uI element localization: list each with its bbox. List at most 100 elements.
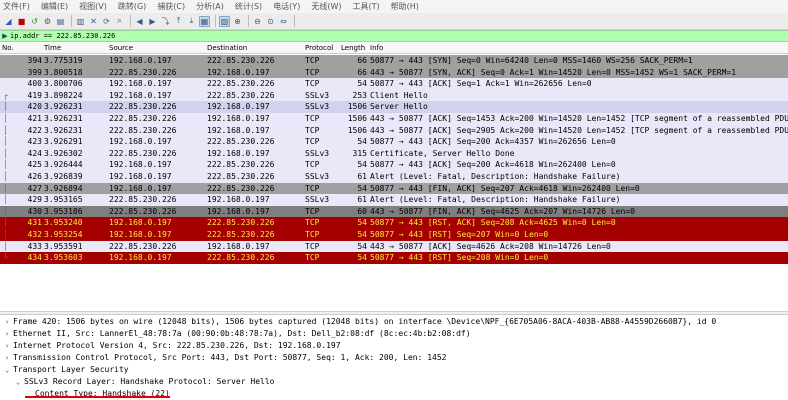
zoom-reset-icon[interactable]: ⊙ [265, 16, 276, 27]
packet-details-tree[interactable]: › Frame 420: 1506 bytes on wire (12048 bi… [0, 316, 788, 400]
packet-list[interactable]: 394 3.775319 192.168.0.197 222.85.230.226 TC… [0, 55, 788, 264]
packet-row[interactable]: │ 427 3.926894 192.168.0.197 222.85.230.226 T… [0, 182, 788, 195]
packet-info: 443 → 50877 [ACK] Seq=4626 Ack=208 Win=1… [370, 241, 611, 251]
packet-protocol: TCP [305, 113, 320, 123]
column-header-source[interactable]: Source [109, 44, 133, 52]
menu-bar: 文件(F) 编辑(E) 视图(V) 跳转(G) 捕获(C) 分析(A) 统计(S) 电话(Y)… [0, 0, 788, 13]
packet-row[interactable]: │ 429 3.953165 222.85.230.226 192.168.0.197 S… [0, 194, 788, 206]
packet-protocol: SSLv3 [305, 171, 330, 181]
goto-icon[interactable]: ⤵ [160, 16, 171, 27]
packet-number: 400 [27, 79, 42, 89]
packet-row[interactable]: │ 426 3.926839 192.168.0.197 222.85.230.226 S… [0, 170, 788, 183]
menu-item[interactable]: 视图(V) [79, 1, 107, 12]
detail-tree-item[interactable]: › Internet Protocol Version 4, Src: 222.8… [0, 340, 788, 352]
collapse-arrow-icon[interactable]: › [5, 352, 9, 364]
column-header-info[interactable]: Info [370, 44, 383, 52]
packet-number: 427 [27, 183, 42, 193]
packet-destination: 192.168.0.197 [207, 125, 270, 135]
menu-item[interactable]: 工具(T) [352, 1, 379, 12]
colorize-icon[interactable]: ▧ [219, 15, 230, 27]
expand-arrow-icon[interactable]: ⌄ [5, 364, 9, 376]
shark-fin-icon[interactable]: ◢ [3, 16, 14, 27]
packet-length: 61 [357, 171, 367, 181]
packet-destination: 222.85.230.226 [207, 79, 275, 89]
column-header-protocol[interactable]: Protocol [305, 44, 333, 52]
menu-item[interactable]: 跳转(G) [118, 1, 146, 12]
autoscroll-icon[interactable]: ▦ [199, 15, 210, 27]
resize-columns-icon[interactable]: ⇔ [278, 16, 289, 27]
packet-row[interactable]: │ 431 3.953240 192.168.0.197 222.85.230.226 T… [0, 217, 788, 229]
back-icon[interactable]: ◀ [134, 16, 145, 27]
packet-length: 54 [357, 160, 367, 170]
stop-icon[interactable]: ■ [16, 16, 27, 27]
packet-source: 192.168.0.197 [109, 253, 172, 263]
detail-tree-item[interactable]: Content Type: Handshake (22) [0, 388, 788, 400]
packet-row[interactable]: 400 3.800706 192.168.0.197 222.85.230.226 TC… [0, 78, 788, 90]
find-icon[interactable]: ⌕ [114, 16, 125, 27]
packet-protocol: TCP [305, 253, 320, 263]
menu-item[interactable]: 文件(F) [3, 1, 30, 12]
packet-row[interactable]: │ 422 3.926231 222.85.230.226 192.168.0.197 T… [0, 124, 788, 137]
save-icon[interactable]: ▥ [75, 16, 86, 27]
packet-destination: 192.168.0.197 [207, 102, 270, 112]
menu-item[interactable]: 编辑(E) [41, 1, 68, 12]
packet-row[interactable]: │ 421 3.926231 222.85.230.226 192.168.0.197 T… [0, 112, 788, 125]
packet-row[interactable]: └ 434 3.953603 192.168.0.197 222.85.230.226 T… [0, 252, 788, 264]
menu-item[interactable]: 分析(A) [196, 1, 224, 12]
zoom-out-icon[interactable]: ⊖ [252, 16, 263, 27]
packet-row[interactable]: │ 424 3.926302 222.85.230.226 192.168.0.197 S… [0, 147, 788, 160]
detail-tree-item[interactable]: › Transmission Control Protocol, Src Port… [0, 352, 788, 364]
packet-length: 54 [357, 183, 367, 193]
detail-tree-item[interactable]: ⌄ Transport Layer Security [0, 364, 788, 376]
detail-tree-item[interactable]: › Frame 420: 1506 bytes on wire (12048 bi… [0, 316, 788, 328]
menu-item[interactable]: 无线(W) [311, 1, 341, 12]
packet-time: 3.800706 [44, 79, 83, 89]
packet-info: 50877 → 443 [RST] Seq=207 Win=0 Len=0 [370, 229, 549, 239]
collapse-arrow-icon[interactable]: › [5, 328, 9, 340]
packet-row[interactable]: │ 433 3.953591 222.85.230.226 192.168.0.197 T… [0, 240, 788, 253]
zoom-in-icon[interactable]: ⊕ [232, 16, 243, 27]
packet-relation-marker: │ [3, 241, 8, 251]
detail-tree-item[interactable]: ⌄ SSLv3 Record Layer: Handshake Protocol:… [0, 376, 788, 388]
column-header-destination[interactable]: Destination [207, 44, 247, 52]
open-icon[interactable]: ▤ [55, 16, 66, 27]
packet-row[interactable]: │ 432 3.953254 192.168.0.197 222.85.230.226 T… [0, 228, 788, 241]
packet-row[interactable]: │ 425 3.926444 192.168.0.197 222.85.230.226 T… [0, 159, 788, 171]
column-header-no[interactable]: No. [2, 44, 14, 52]
packet-number: 422 [27, 125, 42, 135]
collapse-arrow-icon[interactable]: › [5, 316, 9, 328]
bookmark-icon[interactable]: ▶ [0, 32, 10, 40]
packet-row[interactable]: ┌ 419 3.898224 192.168.0.197 222.85.230.226 S… [0, 89, 788, 102]
packet-row[interactable]: 394 3.775319 192.168.0.197 222.85.230.226 TC… [0, 55, 788, 67]
restart-icon[interactable]: ↺ [29, 16, 40, 27]
packet-length: 54 [357, 241, 367, 251]
close-icon[interactable]: ✕ [88, 16, 99, 27]
detail-tree-item[interactable]: › Ethernet II, Src: LannerEl_48:78:7a (00… [0, 328, 788, 340]
packet-row[interactable]: 399 3.800518 222.85.230.226 192.168.0.197 TC… [0, 66, 788, 79]
menu-item[interactable]: 帮助(H) [391, 1, 419, 12]
forward-icon[interactable]: ▶ [147, 16, 158, 27]
packet-protocol: TCP [305, 56, 320, 65]
column-header-time[interactable]: Time [44, 44, 61, 52]
packet-info: 50877 → 443 [RST, ACK] Seq=208 Ack=4625 … [370, 218, 616, 228]
display-filter-bar[interactable]: ▶ ip.addr == 222.85.230.226 [0, 30, 788, 42]
pane-splitter[interactable] [0, 311, 788, 315]
menu-item[interactable]: 电话(Y) [273, 1, 300, 12]
packet-time: 3.926291 [44, 137, 83, 147]
packet-row[interactable]: │ 430 3.953186 222.85.230.226 192.168.0.197 T… [0, 205, 788, 218]
collapse-arrow-icon[interactable]: › [5, 340, 9, 352]
reload-icon[interactable]: ⟳ [101, 16, 112, 27]
packet-row[interactable]: │ 420 3.926231 222.85.230.226 192.168.0.197 S… [0, 101, 788, 113]
expand-arrow-icon[interactable]: ⌄ [16, 376, 20, 388]
last-icon[interactable]: ⤓ [186, 16, 197, 27]
display-filter-input[interactable]: ip.addr == 222.85.230.226 [10, 32, 115, 40]
first-icon[interactable]: ⤒ [173, 16, 184, 27]
packet-row[interactable]: │ 423 3.926291 192.168.0.197 222.85.230.226 T… [0, 136, 788, 148]
toolbar-separator [215, 15, 216, 27]
options-icon[interactable]: ⚙ [42, 16, 53, 27]
column-header-length[interactable]: Length [341, 44, 365, 52]
menu-item[interactable]: 统计(S) [235, 1, 262, 12]
packet-relation-marker: │ [3, 206, 8, 216]
menu-item[interactable]: 捕获(C) [157, 1, 185, 12]
packet-source: 192.168.0.197 [109, 90, 172, 100]
